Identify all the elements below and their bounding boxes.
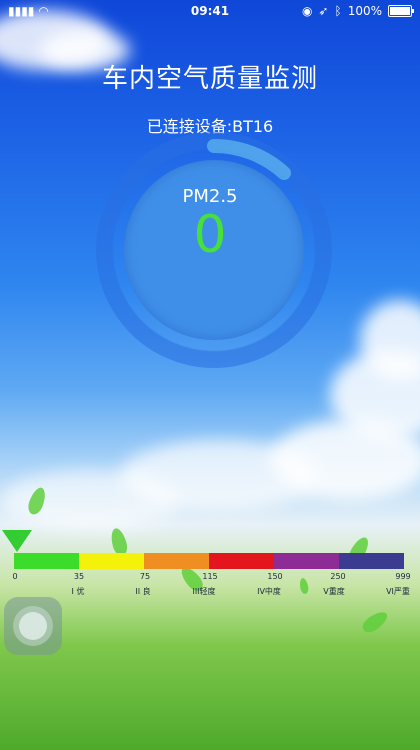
leaf-decoration xyxy=(359,608,391,636)
scale-grades: I 优 II 良 III轻度 IV中度 V重度 VI严重 xyxy=(0,586,420,598)
scale-segment xyxy=(209,553,274,569)
level-marker-icon xyxy=(2,530,32,552)
tick-label: 35 xyxy=(73,572,85,581)
scale-segment xyxy=(274,553,339,569)
grade-label: III轻度 xyxy=(192,587,216,596)
pm-label: PM2.5 xyxy=(182,186,238,207)
scale-segment xyxy=(14,553,79,569)
grade-label: II 良 xyxy=(135,587,151,596)
tick-label: 0 xyxy=(12,572,18,581)
battery-percent: 100% xyxy=(347,4,382,18)
lock-icon: ◉ xyxy=(301,4,313,18)
scale-ticks: 0 35 75 115 150 250 999 xyxy=(0,572,420,584)
grade-label: I 优 xyxy=(71,587,85,596)
page-title: 车内空气质量监测 xyxy=(101,64,318,94)
tick-label: 115 xyxy=(202,572,218,581)
aqi-color-scale xyxy=(14,553,404,569)
assistive-touch-button[interactable] xyxy=(4,597,62,655)
status-bar: ▮▮▮▮ ◠ 09:41 ◉ ➶ ᛒ 100% xyxy=(0,0,420,22)
scale-segment xyxy=(144,553,209,569)
grade-label: VI严重 xyxy=(386,587,410,596)
grade-label: V重度 xyxy=(323,587,345,596)
scale-segment xyxy=(339,553,404,569)
battery-icon xyxy=(388,5,414,17)
grade-label: IV中度 xyxy=(257,587,281,596)
tick-label: 999 xyxy=(395,572,411,581)
location-icon: ➶ xyxy=(318,4,329,18)
tick-label: 150 xyxy=(267,572,283,581)
scale-segment xyxy=(79,553,144,569)
tick-label: 250 xyxy=(330,572,346,581)
pm-value: 0 xyxy=(193,205,227,265)
tick-label: 75 xyxy=(139,572,151,581)
bluetooth-icon: ᛒ xyxy=(334,4,342,18)
